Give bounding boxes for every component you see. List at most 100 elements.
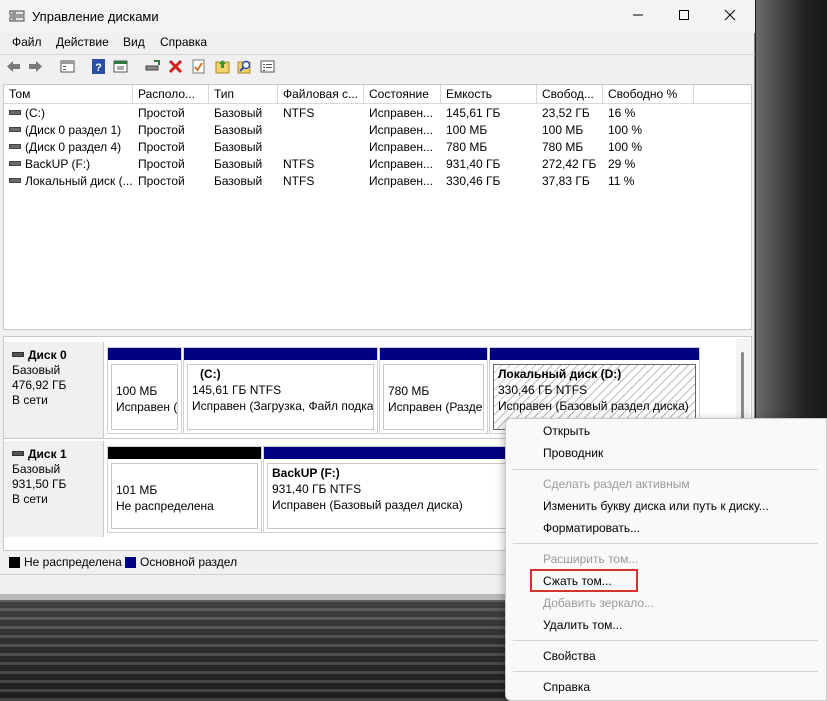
partition-disk0-1[interactable]: 100 МБ Исправен ( <box>107 347 182 434</box>
volume-list-header: Том Располо... Тип Файловая с... Состоян… <box>4 85 751 104</box>
partition-size: 101 МБ <box>116 483 158 497</box>
cell-type: Базовый <box>214 157 263 171</box>
console-icon[interactable] <box>112 58 129 75</box>
menu-item-properties[interactable]: Свойства <box>543 649 596 663</box>
table-row[interactable]: BackUP (F:) Простой Базовый NTFS Исправе… <box>4 156 751 173</box>
column-capacity[interactable]: Емкость <box>441 85 537 103</box>
partition-body: 100 МБ Исправен ( <box>111 364 178 430</box>
search-icon[interactable] <box>236 58 253 75</box>
volume-icon <box>9 161 21 167</box>
partition-disk1-unallocated[interactable]: 101 МБ Не распределена <box>107 446 262 533</box>
menu-separator <box>513 640 818 641</box>
volume-icon <box>9 178 21 184</box>
column-type[interactable]: Тип <box>209 85 278 103</box>
partition-bar <box>108 348 181 360</box>
cell-free-space: 23,52 ГБ <box>542 106 590 120</box>
cell-capacity: 145,61 ГБ <box>446 106 501 120</box>
disk-name: Диск 1 <box>28 447 67 461</box>
menu-item-shrink-volume[interactable]: Сжать том... <box>543 574 612 588</box>
list-icon[interactable] <box>259 58 276 75</box>
cell-type: Базовый <box>214 106 263 120</box>
column-free-percent[interactable]: Свободно % <box>603 85 694 103</box>
disk-1-label[interactable]: Диск 1 Базовый 931,50 ГБ В сети <box>4 441 104 537</box>
cell-layout: Простой <box>138 174 185 188</box>
legend-label-unallocated: Не распределена <box>24 555 122 569</box>
volume-name: (Диск 0 раздел 1) <box>25 123 122 137</box>
cell-capacity: 780 МБ <box>446 140 488 154</box>
menu-item-explore[interactable]: Проводник <box>543 446 603 460</box>
partition-status: Исправен ( <box>116 400 178 414</box>
cell-filesystem: NTFS <box>283 106 315 120</box>
minimize-button[interactable] <box>615 0 661 30</box>
partition-bar <box>184 348 377 360</box>
partition-size: 145,61 ГБ NTFS <box>192 383 282 397</box>
disk-0-label[interactable]: Диск 0 Базовый 476,92 ГБ В сети <box>4 342 104 438</box>
menu-item-open[interactable]: Открыть <box>543 424 590 438</box>
toolbar: ? <box>0 54 755 79</box>
partition-body: (C:) 145,61 ГБ NTFS Исправен (Загрузка, … <box>187 364 374 430</box>
cell-status: Исправен... <box>369 157 434 171</box>
forward-icon[interactable] <box>27 58 44 75</box>
check-icon[interactable] <box>190 58 207 75</box>
partition-bar <box>380 348 487 360</box>
cell-volume: Локальный диск (... <box>4 173 133 190</box>
cell-status: Исправен... <box>369 123 434 137</box>
minimize-icon <box>633 14 643 16</box>
cell-volume: (Диск 0 раздел 4) <box>4 139 133 156</box>
table-row[interactable]: (Диск 0 раздел 1) Простой Базовый Исправ… <box>4 122 751 139</box>
menu-item-help[interactable]: Справка <box>543 680 590 694</box>
disk-size: 476,92 ГБ <box>12 378 67 392</box>
import-icon[interactable] <box>214 58 231 75</box>
menu-item-extend-volume: Расширить том... <box>543 552 639 566</box>
partition-status: Исправен (Загрузка, Файл подка <box>192 399 374 413</box>
legend-swatch-primary <box>125 557 136 568</box>
maximize-icon <box>679 10 689 20</box>
cell-free-percent: 29 % <box>608 157 636 171</box>
table-row[interactable]: Локальный диск (... Простой Базовый NTFS… <box>4 173 751 190</box>
partition-title: (C:) <box>200 367 221 381</box>
disk-status: В сети <box>12 492 48 506</box>
partition-bar <box>490 348 699 360</box>
column-volume[interactable]: Том <box>4 85 133 103</box>
svg-text:?: ? <box>95 62 102 74</box>
disk-management-app-icon <box>9 10 25 22</box>
close-icon <box>724 9 736 21</box>
menu-separator <box>513 469 818 470</box>
delete-icon[interactable] <box>167 58 184 75</box>
back-icon[interactable] <box>5 58 22 75</box>
maximize-button[interactable] <box>661 0 707 30</box>
cell-filesystem <box>278 139 364 156</box>
properties-icon[interactable] <box>59 58 76 75</box>
menu-item-delete-volume[interactable]: Удалить том... <box>543 618 622 632</box>
cell-free-percent: 100 % <box>608 123 643 137</box>
cell-type: Базовый <box>214 140 263 154</box>
column-filesystem[interactable]: Файловая с... <box>278 85 364 103</box>
column-status[interactable]: Состояние <box>364 85 441 103</box>
disk-type: Базовый <box>12 462 61 476</box>
menu-bar: Файл Действие Вид Справка <box>0 33 755 53</box>
cell-free-space: 100 МБ <box>542 123 584 137</box>
cell-type: Базовый <box>214 123 263 137</box>
cell-capacity: 330,46 ГБ <box>446 174 501 188</box>
disk-icon <box>12 352 24 358</box>
help-icon[interactable]: ? <box>90 58 107 75</box>
table-row[interactable]: (C:) Простой Базовый NTFS Исправен... 14… <box>4 105 751 122</box>
column-free-space[interactable]: Свобод... <box>537 85 603 103</box>
table-row[interactable]: (Диск 0 раздел 4) Простой Базовый Исправ… <box>4 139 751 156</box>
column-layout[interactable]: Располо... <box>133 85 209 103</box>
menu-help[interactable]: Справка <box>160 35 207 49</box>
menu-file[interactable]: Файл <box>12 35 42 49</box>
menu-item-add-mirror: Добавить зеркало... <box>543 596 655 610</box>
menu-action[interactable]: Действие <box>56 35 109 49</box>
menu-view[interactable]: Вид <box>123 35 145 49</box>
menu-item-format[interactable]: Форматировать... <box>543 521 640 535</box>
window-title: Управление дисками <box>32 9 159 24</box>
close-button[interactable] <box>707 0 753 30</box>
connect-icon[interactable] <box>144 58 161 75</box>
cell-free-percent: 11 % <box>608 174 635 188</box>
partition-status: Исправен (Базовый раздел диска) <box>498 399 689 413</box>
volume-name: (Диск 0 раздел 4) <box>25 140 122 154</box>
partition-disk0-4[interactable]: 780 МБ Исправен (Разде <box>379 347 488 434</box>
partition-disk0-c[interactable]: (C:) 145,61 ГБ NTFS Исправен (Загрузка, … <box>183 347 378 434</box>
menu-item-change-drive-letter[interactable]: Изменить букву диска или путь к диску... <box>543 499 769 513</box>
